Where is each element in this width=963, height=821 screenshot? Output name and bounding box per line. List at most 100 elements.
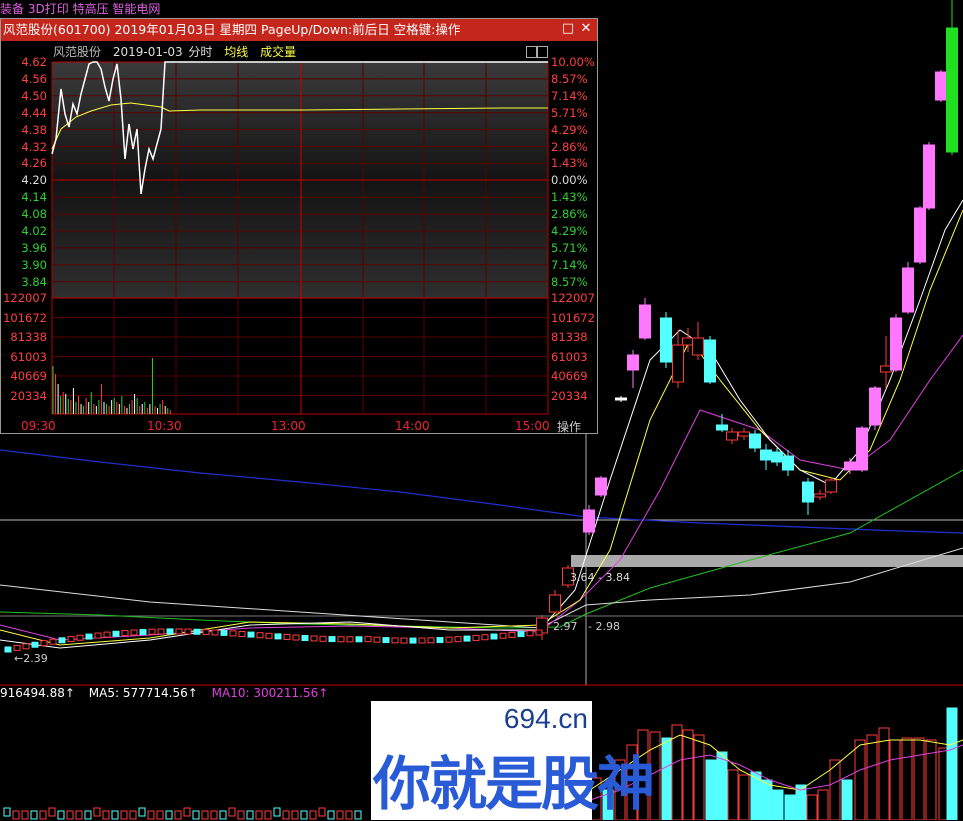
concept-tags: 装备 3D打印 特高压 智能电网: [0, 0, 160, 18]
candle-body: [660, 317, 672, 363]
tag-2[interactable]: 3D打印: [28, 2, 69, 16]
volume-bar-small: [246, 810, 254, 820]
volume-bar-small: [174, 810, 182, 820]
candle-small: [31, 641, 39, 648]
volume-bar: [693, 734, 705, 820]
volume-bar-small: [300, 810, 308, 820]
pct-tick: 2.86%: [551, 207, 588, 222]
candle-small: [229, 630, 237, 637]
candle-small: [220, 629, 228, 636]
candle-body: [760, 449, 772, 461]
volume-bar: [817, 789, 829, 820]
tag-3[interactable]: 特高压: [73, 2, 109, 16]
volume-bar: [772, 789, 784, 820]
volume-bar-small: [255, 810, 263, 820]
vol-value: 916494.88↑: [0, 686, 75, 700]
volume-bar-small: [147, 810, 155, 820]
candle-small: [310, 635, 318, 642]
candle-small: [400, 637, 408, 644]
candle-small: [40, 640, 48, 647]
volume-legend: 916494.88↑ MA5: 577714.56↑ MA10: 300211.…: [0, 686, 338, 700]
candle-small: [274, 633, 282, 640]
volume-tick-right: 20334: [551, 388, 588, 403]
volume-bar-small: [201, 810, 209, 820]
volume-bar-small: [345, 810, 353, 820]
volume-bar: [705, 759, 717, 820]
mid-price-note: 2.97: [553, 620, 578, 633]
volume-tick: 101672: [3, 310, 47, 325]
volume-bar: [784, 794, 796, 820]
candle-small: [319, 635, 327, 642]
volume-bar-small: [183, 807, 191, 817]
ma-blue-line: [0, 449, 963, 534]
volume-bar-small: [102, 810, 110, 820]
candle-body: [749, 433, 761, 449]
volume-bar: [854, 739, 866, 820]
volume-tick-right: 81338: [551, 330, 588, 344]
volume-bar-small: [66, 810, 74, 820]
volume-tick-right: 40669: [551, 369, 588, 383]
candle-small: [382, 637, 390, 644]
candle-body: [738, 431, 750, 437]
candle-small: [166, 628, 174, 635]
volume-bar: [682, 729, 694, 820]
time-tick-1030: 10:30: [147, 419, 182, 433]
operation-button[interactable]: 操作: [557, 418, 581, 435]
price-tick: 4.32: [21, 139, 47, 154]
price-tick: 4.02: [21, 224, 47, 238]
candle-small: [364, 636, 372, 643]
volume-bar-small: [219, 810, 227, 820]
tag-4[interactable]: 智能电网: [112, 2, 160, 16]
candle-small: [337, 636, 345, 643]
volume-bar-small: [75, 810, 83, 820]
candle-body: [615, 397, 627, 401]
candle-small: [328, 636, 336, 643]
candle-small: [85, 633, 93, 640]
volume-bar: [761, 779, 773, 820]
candle-small: [184, 628, 192, 635]
candle-small: [139, 629, 147, 636]
volume-bar-small: [282, 810, 290, 820]
volume-bar-small: [273, 807, 281, 817]
volume-bar: [841, 779, 853, 820]
volume-bar-small: [12, 810, 20, 820]
volume-bar-small: [39, 810, 47, 820]
volume-tick: 122007: [3, 291, 47, 305]
candle-small: [427, 637, 435, 644]
volume-bar-small: [120, 810, 128, 820]
candle-small: [247, 631, 255, 638]
volume-tick: 61003: [10, 349, 47, 364]
volume-tick-right: 61003: [551, 349, 588, 364]
volume-bar-small: [165, 810, 173, 820]
pct-tick: 7.14%: [551, 257, 588, 272]
time-tick-0930: 09:30: [21, 419, 56, 433]
candle-body: [672, 344, 684, 383]
candle-body: [782, 455, 794, 471]
volume-bar-small: [327, 810, 335, 820]
intraday-popup[interactable]: 风范股份(601700) 2019年01月03日 星期四 PageUp/Down…: [0, 18, 598, 434]
candle-small: [463, 635, 471, 642]
candle-small: [49, 638, 57, 645]
volume-bar-small: [129, 810, 137, 820]
candle-body: [639, 304, 651, 339]
candle-small: [418, 637, 426, 644]
candle-small: [58, 637, 66, 644]
tag-1[interactable]: 装备: [0, 2, 24, 16]
candle-body: [771, 451, 783, 463]
candle-small: [445, 636, 453, 643]
volume-bar-small: [57, 810, 65, 820]
volume-tick: 20334: [10, 388, 47, 403]
candle-body: [946, 27, 958, 153]
volume-bar: [671, 724, 683, 820]
pct-tick: 2.86%: [551, 139, 588, 154]
candle-small: [121, 630, 129, 637]
pct-tick: 1.43%: [551, 190, 588, 205]
candle-small: [202, 629, 210, 636]
price-tick: 3.90: [21, 257, 47, 272]
candle-small: [67, 635, 75, 642]
candle-body: [844, 461, 856, 471]
price-tick: 4.26: [21, 156, 47, 171]
candlesticks-left: [4, 628, 543, 653]
price-tick: 3.84: [21, 274, 47, 289]
price-tick: 4.14: [21, 190, 47, 205]
